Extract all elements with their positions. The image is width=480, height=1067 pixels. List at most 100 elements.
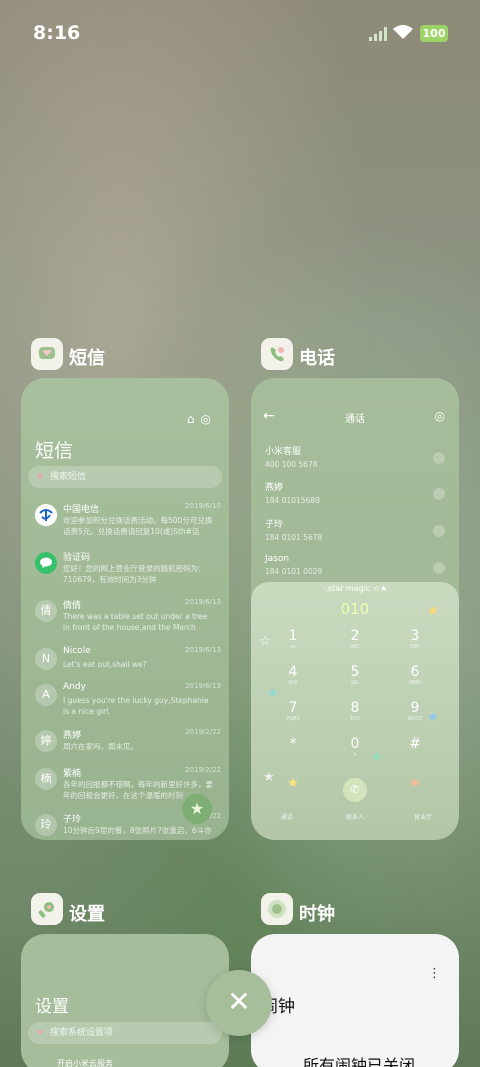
avatar: 楠 — [35, 768, 57, 790]
contact-info-icon[interactable] — [433, 452, 445, 464]
battery-indicator: 100 — [420, 25, 448, 42]
contact-info-icon[interactable] — [433, 562, 445, 574]
dial-brand: ·.star magic ☆★ — [322, 584, 388, 593]
sms-row-date: 2019/2/22 — [185, 766, 221, 774]
sms-app-title: 短信 — [69, 348, 105, 369]
star-sticker-icon: ★ — [267, 686, 279, 701]
phone-app-icon[interactable] — [261, 338, 293, 370]
dial-key[interactable]: 7 PQRS — [268, 700, 318, 722]
contact-number: 184 0101 0029 — [265, 567, 323, 576]
sms-page-title: 短信 — [35, 440, 74, 462]
settings-first-item[interactable]: 开启小米云服务 — [57, 1058, 113, 1067]
contact-name: 小米客服 — [265, 447, 302, 457]
sms-row[interactable]: A Andy 2019/6/13 I guess you're the luck… — [35, 682, 221, 730]
phone-app-title: 电话 — [299, 348, 335, 369]
sms-search-input[interactable]: ★ 搜索短信 — [28, 466, 222, 488]
sms-row-date: 2019/6/10 — [185, 502, 221, 510]
star-sticker-icon: ☆ — [259, 634, 271, 649]
clock-app-icon[interactable] — [261, 893, 293, 925]
sms-row-name: 子玲 — [63, 815, 82, 825]
phone-tab-bar: 通话 联系人 营业厅 — [251, 808, 459, 838]
dial-key[interactable]: 4 GHI — [268, 664, 318, 686]
settings-icon[interactable]: ◎ — [201, 412, 217, 426]
contact-info-icon[interactable] — [433, 525, 445, 537]
sms-row-snippet: I guess you're the lucky guy,Stephanie i… — [63, 696, 209, 716]
sms-row-name: 验证码 — [63, 553, 91, 563]
star-sticker-icon: ★ — [371, 750, 383, 765]
sms-row-name: Andy — [63, 682, 86, 692]
sms-row-snippet: Let's eat out,shall we? — [63, 660, 147, 669]
star-sticker-icon: ★ — [409, 776, 421, 791]
sms-row-date: 2019/6/13 — [185, 646, 221, 654]
settings-icon[interactable]: ◎ — [435, 409, 445, 423]
contact-row[interactable]: 子玲 184 0101 5678 — [265, 517, 445, 553]
dial-key[interactable]: 5 JKL — [330, 664, 380, 686]
contact-name: Jason — [265, 554, 290, 564]
settings-app-card[interactable]: 设置 ★ 搜索系统设置项 开启小米云服务 — [21, 934, 229, 1067]
sms-row-snippet: There was a table set out under a tree i… — [63, 612, 208, 635]
contact-row[interactable]: 小米客服 400 100 5678 — [265, 444, 445, 480]
sms-toolbar: ⌂◎ — [187, 412, 217, 426]
close-icon: ✕ — [227, 985, 251, 1018]
sms-row-date: 2019/6/13 — [185, 682, 221, 690]
phone-page-title: 通话 — [345, 414, 365, 425]
contact-name: 子玲 — [265, 520, 284, 530]
settings-search-input[interactable]: ★ 搜索系统设置项 — [28, 1022, 222, 1044]
phone-app-card[interactable]: ← 通话 ◎ 小米客服 400 100 5678 燕婷 184 01015689… — [251, 378, 459, 840]
contact-number: 400 100 5678 — [265, 460, 318, 469]
sms-row-snippet: 欢迎参加积分兑换话费活动，每500分可兑换话费5元。兑换话费请回复10(或)St… — [63, 516, 213, 539]
tab-contacts[interactable]: 联系人 — [335, 812, 375, 821]
search-star-icon: ★ — [36, 472, 45, 482]
sms-row-date: 2019/6/13 — [185, 598, 221, 606]
dial-key[interactable]: 3 DEF — [390, 628, 440, 650]
sms-row-name: 中国电信 — [63, 505, 100, 515]
dial-key[interactable]: # — [390, 736, 440, 752]
star-sticker-icon: ★ — [287, 776, 299, 791]
sms-row[interactable]: 验证码 您好！您的网上营业厅登录的随机密码为：710679，有效时间为3分钟 — [35, 550, 215, 598]
sms-app-icon[interactable] — [31, 338, 63, 370]
wifi-icon — [393, 24, 413, 45]
star-sticker-icon: ★ — [263, 770, 275, 785]
dial-key[interactable]: 1 oo — [268, 628, 318, 650]
settings-app-icon[interactable] — [31, 893, 63, 925]
avatar: A — [35, 684, 57, 706]
clear-all-close-button[interactable]: ✕ — [206, 970, 272, 1036]
message-bubble-icon — [35, 552, 57, 574]
dial-key[interactable]: * — [268, 736, 318, 752]
dial-key[interactable]: 8 TUV — [330, 700, 380, 722]
dial-key[interactable]: 2 ABC — [330, 628, 380, 650]
call-button[interactable]: ✆ — [343, 778, 367, 802]
sms-app-card[interactable]: ⌂◎ 短信 ★ 搜索短信 中国电信 2019/6/10 欢迎参加积分兑换话费活动… — [21, 378, 229, 840]
more-options-icon[interactable]: ⋮ — [428, 966, 441, 981]
alarm-empty-text: 所有闹钟已关闭 — [303, 1056, 416, 1067]
sms-row-name: 紫楠 — [63, 769, 82, 779]
clock-app-title: 时钟 — [299, 904, 335, 925]
tab-service-hall[interactable]: 营业厅 — [403, 812, 443, 821]
dial-key[interactable]: 6 MNO — [390, 664, 440, 686]
avatar: 倩 — [35, 600, 57, 622]
search-star-icon: ★ — [36, 1028, 45, 1038]
avatar: N — [35, 648, 57, 670]
sms-row-snippet: 周六在家吗，周末见。 — [63, 742, 138, 751]
clock-app-card[interactable]: ⋮ 闹钟 所有闹钟已关闭 — [251, 934, 459, 1067]
contact-row[interactable]: 燕婷 184 01015689 — [265, 480, 445, 516]
sms-row-name: Nicole — [63, 646, 91, 656]
sms-row[interactable]: 倩 倩倩 2019/6/13 There was a table set out… — [35, 598, 221, 646]
china-telecom-logo-icon — [35, 504, 57, 526]
tab-calls[interactable]: 通话 — [267, 812, 307, 821]
edit-icon[interactable]: ⌂ — [187, 412, 201, 426]
sms-row-name: 倩倩 — [63, 601, 82, 611]
status-time: 8:16 — [33, 22, 81, 44]
phone-header: ← 通话 ◎ — [251, 406, 459, 430]
sms-row-name: 燕婷 — [63, 731, 82, 741]
cellular-signal-icon — [369, 27, 387, 41]
sms-row-snippet: 您好！您的网上营业厅登录的随机密码为：710679，有效时间为3分钟 — [63, 564, 206, 584]
sms-row[interactable]: 中国电信 2019/6/10 欢迎参加积分兑换话费活动，每500分可兑换话费5元… — [35, 502, 221, 550]
dial-pad: ·.star magic ☆★ 010 1 oo 2 ABC 3 DEF 4 GHI 5… — [251, 582, 459, 840]
status-bar: 8:16 100 — [0, 0, 480, 70]
settings-search-placeholder: 搜索系统设置项 — [50, 1028, 114, 1038]
sms-search-placeholder: 搜索短信 — [50, 472, 87, 482]
sms-row-date: 2019/2/22 — [185, 728, 221, 736]
compose-star-button[interactable]: ★ — [182, 794, 212, 824]
contact-info-icon[interactable] — [433, 488, 445, 500]
